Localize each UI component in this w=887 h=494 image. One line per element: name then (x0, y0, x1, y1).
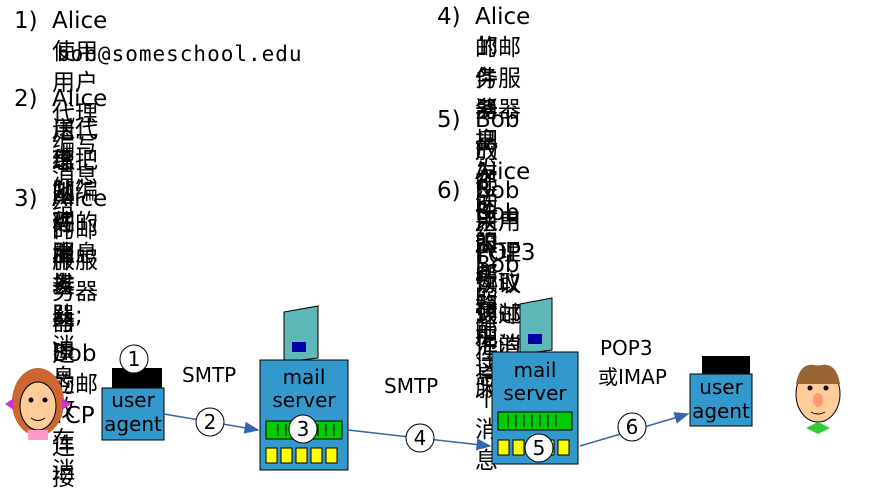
marker-2: 2 (195, 407, 225, 437)
pop3-label: POP3 (600, 336, 653, 360)
left-agent-label-2: agent (104, 412, 162, 436)
left-server-label-2: server (272, 388, 336, 412)
marker-4-label: 4 (414, 426, 427, 450)
right-agent-label-2: agent (692, 399, 750, 423)
step-4-number: 4) (437, 4, 461, 30)
marker-4: 4 (405, 423, 435, 453)
left-mail-server[interactable]: mail server (259, 305, 349, 471)
marker-2-label: 2 (204, 410, 217, 434)
marker-3: 3 (288, 414, 318, 444)
marker-3-label: 3 (297, 417, 310, 441)
marker-5-label: 5 (533, 436, 546, 460)
left-mailboxes (265, 447, 338, 464)
step-3-number: 3) (14, 186, 38, 212)
marker-1-label: 1 (128, 347, 141, 371)
step-2-number: 2) (14, 86, 38, 112)
recipient-email: bob@someschool.edu (57, 42, 303, 66)
imap-label: 或IMAP (598, 365, 667, 389)
marker-1: 1 (119, 344, 149, 374)
left-user-agent[interactable]: user agent (101, 368, 165, 441)
bob-icon (795, 364, 841, 434)
left-server-label-1: mail (283, 365, 326, 389)
marker-6: 6 (617, 412, 647, 442)
marker-6-label: 6 (626, 415, 639, 439)
right-message-queue (497, 411, 573, 431)
right-user-agent[interactable]: user agent (689, 356, 753, 427)
smtp-label-1: SMTP (182, 363, 236, 387)
marker-5: 5 (524, 433, 554, 463)
alice-icon (5, 368, 71, 440)
email-flow-diagram: user agent mail server mail server user … (5, 297, 841, 471)
step-5-number: 5) (437, 107, 461, 133)
step-1-number: 1) (14, 8, 38, 34)
right-server-label-1: mail (514, 358, 557, 382)
step-6-number: 6) (437, 178, 461, 204)
right-agent-label-1: user (699, 375, 743, 399)
right-server-label-2: server (503, 381, 567, 405)
smtp-label-2: SMTP (384, 374, 438, 398)
left-agent-label-1: user (111, 388, 155, 412)
